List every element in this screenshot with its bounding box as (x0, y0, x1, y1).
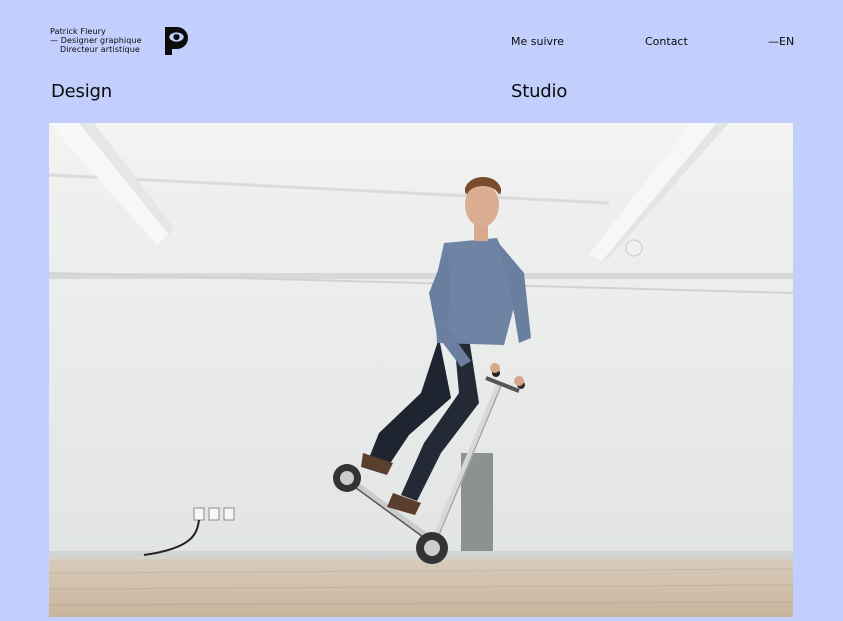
hero-photo[interactable] (49, 123, 793, 617)
brand-role-1: — Designer graphique (50, 36, 142, 45)
nav-follow-link[interactable]: Me suivre (511, 35, 564, 48)
section-design-link[interactable]: Design (51, 81, 112, 102)
section-studio-link[interactable]: Studio (511, 81, 567, 102)
nav-contact-link[interactable]: Contact (645, 35, 688, 48)
brand-name: Patrick Fleury (50, 27, 106, 36)
brand-role-2: Directeur artistique (60, 45, 140, 54)
wall (49, 218, 793, 558)
logo-p-eye-icon[interactable] (164, 26, 189, 56)
language-switch-link[interactable]: —EN (768, 35, 794, 48)
brand-block: Patrick Fleury — Designer graphique Dire… (50, 27, 142, 54)
